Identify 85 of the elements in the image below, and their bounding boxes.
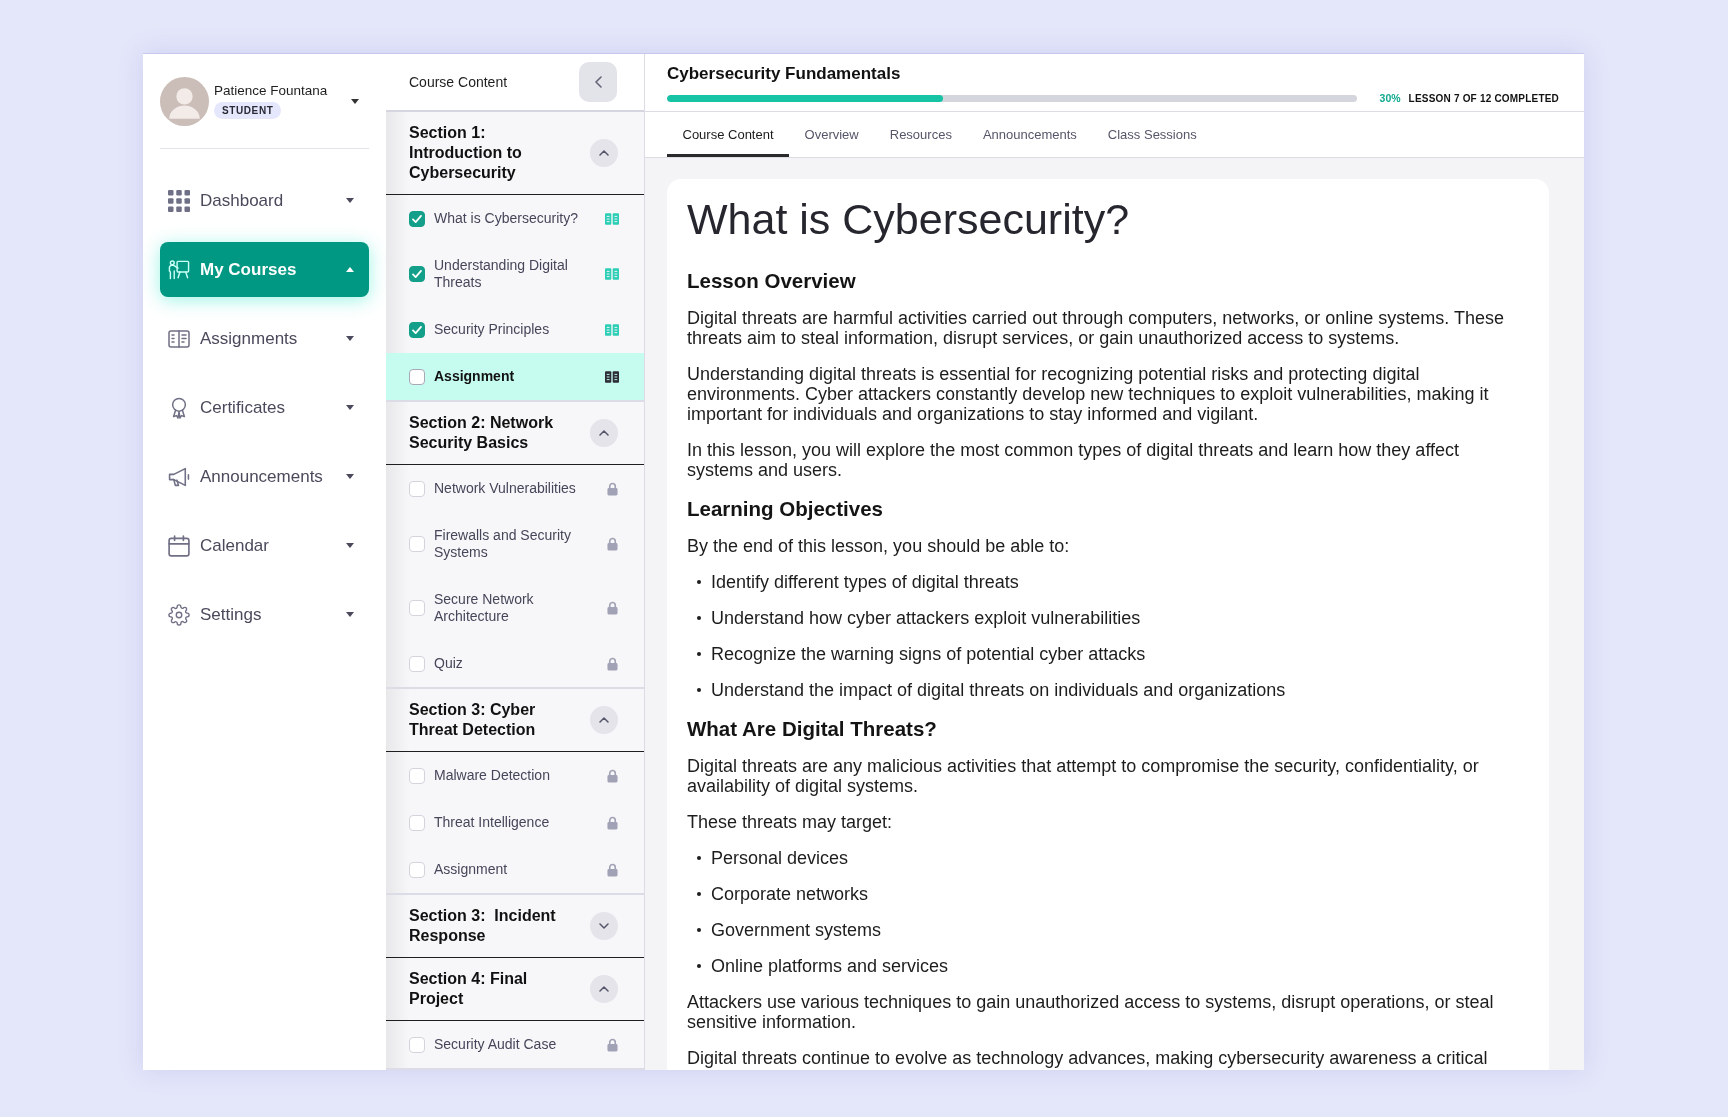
check-icon [412, 270, 422, 278]
checkbox[interactable] [409, 321, 425, 338]
paragraph: By the end of this lesson, you should be able to: [687, 536, 1071, 556]
checkbox[interactable] [409, 266, 425, 282]
checkbox[interactable] [409, 368, 425, 385]
lesson-item[interactable]: Threat Intelligence [386, 799, 644, 846]
toggle-button[interactable] [590, 912, 618, 940]
nav-item[interactable]: Announcements [160, 449, 369, 504]
role-badge: STUDENT [214, 102, 282, 119]
list-item: Corporate networks [711, 884, 869, 904]
list-item: Understand how cyber attackers exploit vulnerabilities [711, 608, 1141, 628]
lesson-item[interactable]: Understanding Digital Threats [386, 242, 644, 306]
toggle-button[interactable] [590, 706, 618, 734]
paragraph: Attackers use various techniques to gain unauthorized access to systems, disrupt operations, or steal sensitive information. [687, 992, 1495, 1032]
list-item: Online platforms and services [711, 956, 949, 976]
progress-percent: 30% [1379, 92, 1401, 104]
checkbox[interactable] [409, 210, 425, 227]
list-item: Personal devices [711, 848, 849, 868]
check-icon [412, 325, 422, 334]
nav-item[interactable]: My Courses [160, 242, 369, 297]
section-title: Section 3: Incident Response [409, 906, 557, 946]
collapse-panel-button[interactable] [579, 62, 617, 102]
tab[interactable]: Class Sessions [1092, 112, 1213, 157]
chevron-left-icon [594, 76, 602, 88]
list-item: Government systems [711, 920, 882, 940]
section-title: Section 3: Cyber Threat Detection [409, 700, 537, 740]
avatar-icon [160, 76, 209, 126]
section-title: Section 2: Network Security Basics [409, 413, 555, 453]
panel-title: Course Content [409, 74, 508, 90]
lesson-item[interactable]: Assignment [386, 846, 644, 893]
lesson-item[interactable]: Security Principles [386, 306, 644, 353]
section-title: Section 1: Introduction to Cybersecurity [409, 123, 523, 183]
lesson-item[interactable]: Quiz [386, 640, 644, 687]
paragraph: These threats may target: [687, 812, 894, 832]
paragraph: Digital threats are any malicious activities that attempt to compromise the security, confidentiality, or availability of digital systems. [687, 756, 1480, 796]
bullet-icon [697, 616, 701, 620]
megaphone-icon [168, 465, 190, 488]
bullet-icon [697, 856, 701, 860]
caret-down-icon[interactable] [351, 98, 359, 104]
nav-item[interactable]: Settings [160, 587, 369, 642]
toggle-button[interactable] [590, 975, 618, 1003]
lesson-item[interactable]: Secure Network Architecture [386, 576, 644, 640]
bullet-icon [697, 964, 701, 968]
settings-icon [168, 603, 190, 626]
paragraph: Digital threats continue to evolve as technology advances, making cybersecurity awareness a critical [687, 1048, 1489, 1068]
bullet-icon [697, 652, 701, 656]
nav-item[interactable]: Dashboard [160, 173, 369, 228]
toggle-button[interactable] [590, 419, 618, 447]
list-item: Understand the impact of digital threats on individuals and organizations [711, 680, 1286, 700]
toggle-button[interactable] [590, 139, 618, 167]
section-heading: Learning Objectives [687, 496, 884, 522]
paragraph: Digital threats are harmful activities carried out through computers, networks, or online systems. These threats aim to steal information, disrupt services, or gain unauthorized access to systems. [687, 308, 1506, 348]
notebook-icon [168, 327, 190, 350]
teacher-board-icon [168, 258, 190, 281]
list-item: Recognize the warning signs of potential cyber attacks [711, 644, 1146, 664]
user-name: Patience Fountana [214, 83, 328, 98]
check-icon [412, 214, 422, 223]
bullet-icon [697, 580, 701, 584]
lesson-item[interactable]: Assignment [386, 353, 644, 400]
section-heading: Lesson Overview [687, 268, 857, 294]
lesson-item[interactable]: Security Audit Case [386, 1021, 644, 1068]
lesson-title: What is Cybersecurity? [687, 195, 1131, 243]
course-title: Cybersecurity Fundamentals [667, 63, 902, 85]
lesson-item[interactable]: Firewalls and Security Systems [386, 512, 644, 576]
list-item: Identify different types of digital threats [711, 572, 1019, 592]
nav-item[interactable]: Calendar [160, 518, 369, 573]
lesson-item[interactable]: Malware Detection [386, 752, 644, 799]
bullet-icon [697, 928, 701, 932]
lesson-item[interactable]: What is Cybersecurity? [386, 195, 644, 242]
nav-item[interactable]: Certificates [160, 380, 369, 435]
progress-caption: LESSON 7 OF 12 COMPLETED [1408, 92, 1559, 104]
bullet-icon [697, 688, 701, 692]
calendar-icon [168, 534, 190, 557]
nav-item[interactable]: Assignments [160, 311, 369, 366]
bullet-icon [697, 892, 701, 896]
tab[interactable]: Overview [789, 112, 875, 157]
tab[interactable]: Announcements [967, 112, 1093, 157]
section-heading: What Are Digital Threats? [687, 716, 938, 742]
grid-icon [168, 189, 190, 212]
lesson-item[interactable]: Network Vulnerabilities [386, 465, 644, 512]
section-title: Section 4: Final Project [409, 969, 529, 1009]
paragraph: In this lesson, you will explore the most common types of digital threats and learn how they affect systems and users. [687, 440, 1461, 480]
paragraph: Understanding digital threats is essential for recognizing potential risks and protecting digital environments. Cyber attackers constantly develop new techniques to exploit vulnerabilities, making it important for individuals and organizations to stay informed and vigilant. [687, 364, 1490, 424]
tab[interactable]: Course Content [667, 112, 790, 157]
tab[interactable]: Resources [874, 112, 968, 157]
